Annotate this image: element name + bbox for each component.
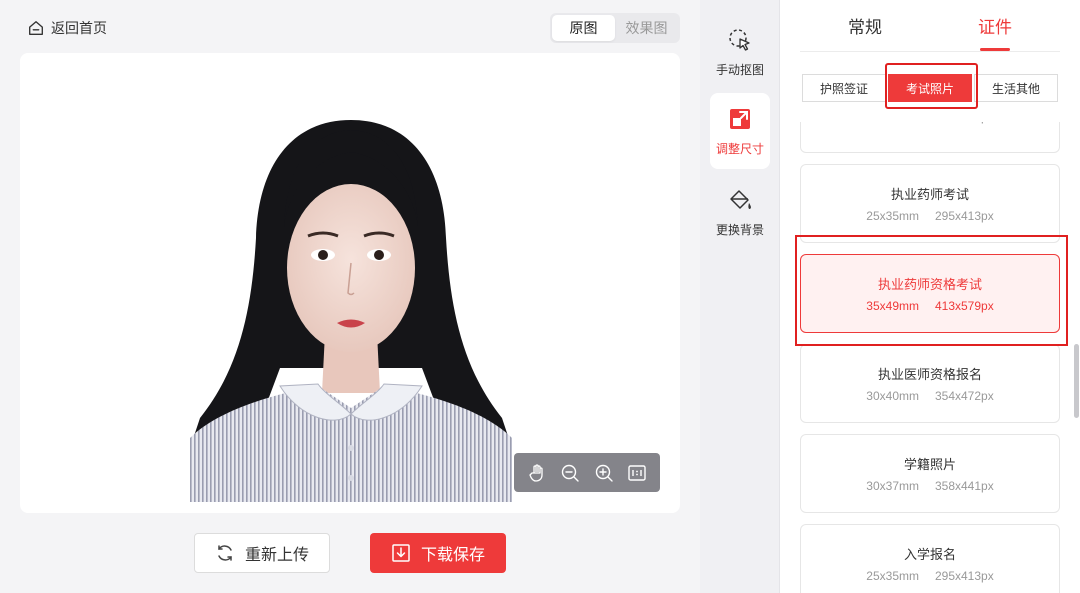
back-home-label: 返回首页 bbox=[51, 20, 107, 36]
refresh-icon bbox=[218, 545, 232, 561]
size-list: 33x48mm 390x567px 执业药师考试 25x35mm 295x413… bbox=[800, 122, 1060, 593]
tool-manual-cutout[interactable]: 手动抠图 bbox=[710, 16, 770, 88]
reupload-label: 重新上传 bbox=[244, 547, 309, 564]
size-card-title: 执业药师考试 bbox=[890, 187, 969, 202]
subtab-life-other[interactable]: 生活其他 bbox=[974, 74, 1058, 102]
size-card-mm: 25x35mm bbox=[866, 569, 919, 583]
size-card-mm: 33x48mm bbox=[866, 122, 919, 124]
tab-certificate[interactable]: 证件 bbox=[930, 0, 1060, 51]
subtab-exam-photo[interactable]: 考试照片 bbox=[888, 74, 972, 102]
zoom-toolbar bbox=[514, 453, 660, 492]
view-original-button[interactable]: 原图 bbox=[552, 15, 615, 41]
size-card-spec: 33x48mm 390x567px bbox=[866, 122, 993, 124]
size-card-spec: 25x35mm 295x413px bbox=[866, 569, 993, 583]
download-save-label: 下载保存 bbox=[420, 547, 485, 564]
size-card[interactable]: 执业医师资格报名 30x40mm 354x472px bbox=[800, 344, 1060, 423]
size-card-px: 295x413px bbox=[934, 209, 994, 223]
size-card-title: 入学报名 bbox=[903, 547, 956, 562]
settings-panel: 常规 证件 护照签证 考试照片 生活其他 33x48mm 390x567px 执… bbox=[780, 0, 1080, 593]
download-save-button[interactable]: 下载保存 bbox=[370, 533, 506, 573]
main-tabs: 常规 证件 bbox=[800, 0, 1060, 52]
home-icon bbox=[29, 21, 43, 35]
size-card[interactable]: 执业药师考试 25x35mm 295x413px bbox=[800, 164, 1060, 243]
size-card-title: 执业医师资格报名 bbox=[877, 367, 982, 382]
view-toggle: 原图 效果图 bbox=[550, 13, 680, 43]
sub-tabs: 护照签证 考试照片 生活其他 bbox=[802, 74, 1058, 102]
size-card-title: 学籍照片 bbox=[903, 457, 956, 472]
size-card-title: 执业药师资格考试 bbox=[877, 277, 982, 292]
tool-resize[interactable]: 调整尺寸 bbox=[710, 93, 770, 169]
size-card-selected[interactable]: 执业药师资格考试 35x49mm 413x579px bbox=[800, 254, 1060, 333]
size-card-mm: 30x40mm bbox=[866, 389, 919, 403]
zoom-out-icon[interactable] bbox=[558, 461, 582, 485]
tool-sidebar: 手动抠图 调整尺寸 更换背景 bbox=[700, 0, 780, 593]
tool-manual-cutout-label: 手动抠图 bbox=[715, 62, 764, 77]
list-scrollbar[interactable] bbox=[1074, 344, 1079, 418]
size-card-px: 390x567px bbox=[935, 122, 994, 124]
subtab-passport-visa[interactable]: 护照签证 bbox=[802, 74, 886, 102]
back-home-button[interactable]: 返回首页 bbox=[27, 16, 107, 40]
zoom-in-icon[interactable] bbox=[592, 461, 616, 485]
tab-general[interactable]: 常规 bbox=[800, 0, 930, 51]
hand-pan-icon[interactable] bbox=[525, 461, 549, 485]
paint-bucket-icon bbox=[730, 189, 751, 209]
size-card-px: 295x413px bbox=[934, 569, 994, 583]
photo-canvas bbox=[20, 53, 680, 513]
size-card[interactable]: 33x48mm 390x567px bbox=[800, 122, 1060, 153]
size-card[interactable]: 入学报名 25x35mm 295x413px bbox=[800, 524, 1060, 593]
resize-icon bbox=[730, 108, 750, 129]
size-card[interactable]: 学籍照片 30x37mm 358x441px bbox=[800, 434, 1060, 513]
workspace: 返回首页 原图 效果图 重新上传 下载保存 bbox=[0, 0, 700, 593]
cursor-select-icon bbox=[729, 28, 750, 51]
size-card-spec: 30x40mm 354x472px bbox=[866, 389, 993, 403]
size-card-spec: 35x49mm 413x579px bbox=[866, 299, 993, 313]
size-card-spec: 25x35mm 295x413px bbox=[866, 209, 993, 223]
portrait-image bbox=[190, 120, 512, 502]
size-card-mm: 35x49mm bbox=[866, 299, 919, 313]
id-photo bbox=[190, 118, 512, 502]
tool-change-background[interactable]: 更换背景 bbox=[710, 176, 770, 248]
size-card-mm: 25x35mm bbox=[866, 209, 919, 223]
tool-resize-label: 调整尺寸 bbox=[715, 141, 764, 156]
reupload-button[interactable]: 重新上传 bbox=[194, 533, 330, 573]
tool-change-background-label: 更换背景 bbox=[715, 222, 764, 237]
size-card-spec: 30x37mm 358x441px bbox=[866, 479, 993, 493]
view-effect-button[interactable]: 效果图 bbox=[615, 15, 678, 41]
size-card-px: 354x472px bbox=[934, 389, 994, 403]
size-card-mm: 30x37mm bbox=[866, 479, 919, 493]
actual-size-icon[interactable] bbox=[625, 461, 649, 485]
download-icon bbox=[392, 544, 410, 562]
size-card-px: 413x579px bbox=[934, 299, 994, 313]
size-card-px: 358x441px bbox=[934, 479, 994, 493]
